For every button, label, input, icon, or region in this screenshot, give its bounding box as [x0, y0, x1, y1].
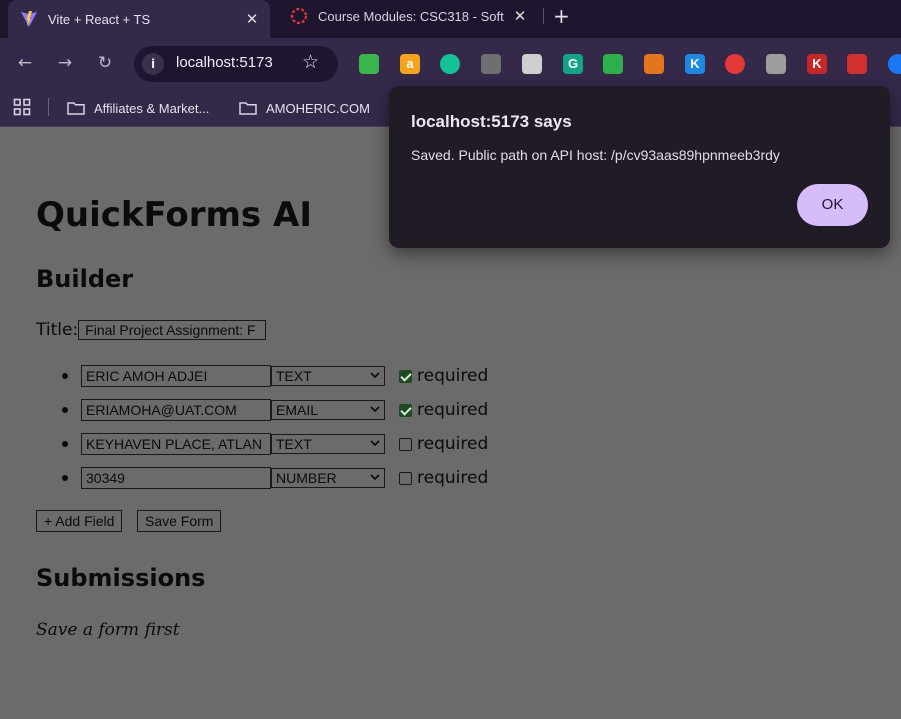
submissions-heading: Submissions [36, 564, 206, 592]
restaurant-extension-icon[interactable] [522, 54, 542, 74]
pin-extension-icon[interactable] [847, 54, 867, 74]
metamask-icon[interactable] [644, 54, 664, 74]
field-value-input[interactable]: KEYHAVEN PLACE, ATLAN [81, 433, 271, 455]
folder-icon [67, 101, 85, 115]
dialog-message: Saved. Public path on API host: /p/cv93a… [411, 147, 780, 163]
bookmark-affiliates[interactable]: Affiliates & Market... [67, 96, 209, 120]
bookmarks-separator [48, 98, 49, 116]
required-checkbox[interactable] [399, 369, 412, 383]
grammarly-go-icon[interactable] [440, 54, 460, 74]
field-value-input[interactable]: ERIC AMOH ADJEI [81, 365, 271, 387]
site-info-icon[interactable]: i [142, 53, 164, 75]
grammarly-icon[interactable]: G [563, 54, 583, 74]
bookmark-label: AMOHERIC.COM [266, 100, 370, 116]
required-checkbox[interactable] [399, 471, 412, 485]
dialog-ok-button[interactable]: OK [797, 184, 868, 226]
vite-icon [20, 10, 38, 28]
tab-title: Vite + React + TS [48, 11, 151, 27]
forward-button[interactable]: → [53, 51, 77, 75]
required-label: required [417, 400, 489, 420]
required-checkbox[interactable] [399, 403, 412, 417]
address-url[interactable]: localhost:5173 [176, 54, 273, 71]
field-row: KEYHAVEN PLACE, ATLAN TEXT required [62, 432, 488, 456]
app-title: QuickForms AI [36, 195, 312, 235]
field-row: ERIC AMOH ADJEI TEXT required [62, 364, 488, 388]
address-bar[interactable]: i localhost:5173 ☆ [134, 46, 338, 82]
apps-grid-icon[interactable] [13, 98, 31, 116]
bookmark-label: Affiliates & Market... [94, 100, 210, 116]
field-type-value: TEXT [276, 436, 312, 452]
required-label: required [417, 434, 489, 454]
tab-bar: Vite + React + TS ✕ Course Modules: CSC3… [0, 0, 901, 38]
chevron-down-icon [370, 406, 380, 413]
field-value-input[interactable]: 30349 [81, 467, 271, 489]
field-row: ERIAMOHA@UAT.COM EMAIL required [62, 398, 488, 422]
required-checkbox[interactable] [399, 437, 412, 451]
list-bullet [62, 373, 68, 379]
field-row: 30349 NUMBER required [62, 466, 488, 490]
add-field-button[interactable]: + Add Field [36, 510, 123, 532]
field-type-select[interactable]: TEXT [271, 434, 385, 454]
tab-vite[interactable]: Vite + React + TS ✕ [8, 0, 270, 38]
k-extension-icon[interactable]: K [685, 54, 705, 74]
required-label: required [417, 366, 489, 386]
bookmark-amoheric[interactable]: AMOHERIC.COM [239, 96, 370, 120]
messenger-icon[interactable] [888, 54, 901, 74]
required-label: required [417, 468, 489, 488]
new-tab-button[interactable]: + [553, 4, 570, 28]
amazon-assistant-icon[interactable]: a [400, 54, 420, 74]
form-title-input[interactable]: Final Project Assignment: F [78, 320, 267, 340]
builder-heading: Builder [36, 265, 134, 293]
back-button[interactable]: ← [13, 51, 37, 75]
list-bullet [62, 475, 68, 481]
pokeball-icon[interactable] [725, 54, 745, 74]
list-bullet [62, 407, 68, 413]
browser-toolbar: ← → ↻ i localhost:5173 ☆ a G K K [0, 38, 901, 90]
field-type-select[interactable]: NUMBER [271, 468, 385, 488]
field-type-select[interactable]: EMAIL [271, 400, 385, 420]
tab-separator [543, 8, 544, 24]
submissions-empty-note: Save a form first [36, 620, 180, 640]
bookmark-star-icon[interactable]: ☆ [302, 51, 319, 73]
close-tab-icon[interactable]: ✕ [510, 7, 530, 25]
chevron-down-icon [370, 372, 380, 379]
folder-icon [239, 101, 257, 115]
alert-dialog: localhost:5173 says Saved. Public path o… [389, 86, 890, 248]
field-type-value: NUMBER [276, 470, 337, 486]
save-form-button[interactable]: Save Form [137, 510, 222, 532]
clipboard-extension-icon[interactable] [359, 54, 379, 74]
tab-course-modules[interactable]: Course Modules: CSC318 - Soft ✕ [278, 0, 538, 32]
robot-extension-icon[interactable] [603, 54, 623, 74]
form-title-row: Title: Final Project Assignment: F [36, 320, 267, 340]
chevron-down-icon [370, 474, 380, 481]
field-type-select[interactable]: TEXT [271, 366, 385, 386]
k-red-extension-icon[interactable]: K [807, 54, 827, 74]
close-tab-icon[interactable]: ✕ [242, 10, 262, 28]
list-bullet [62, 441, 68, 447]
field-value-input[interactable]: ERIAMOHA@UAT.COM [81, 399, 271, 421]
form-title-label: Title: [36, 320, 79, 340]
web-extension-icon[interactable] [481, 54, 501, 74]
reload-button[interactable]: ↻ [93, 51, 117, 75]
field-type-value: EMAIL [276, 402, 319, 418]
field-type-value: TEXT [276, 368, 312, 384]
chevron-down-icon [370, 440, 380, 447]
tab-title: Course Modules: CSC318 - Soft [318, 8, 504, 24]
canvas-icon [290, 7, 308, 25]
dialog-title: localhost:5173 says [411, 112, 572, 131]
loading-spinner-icon[interactable] [766, 54, 786, 74]
